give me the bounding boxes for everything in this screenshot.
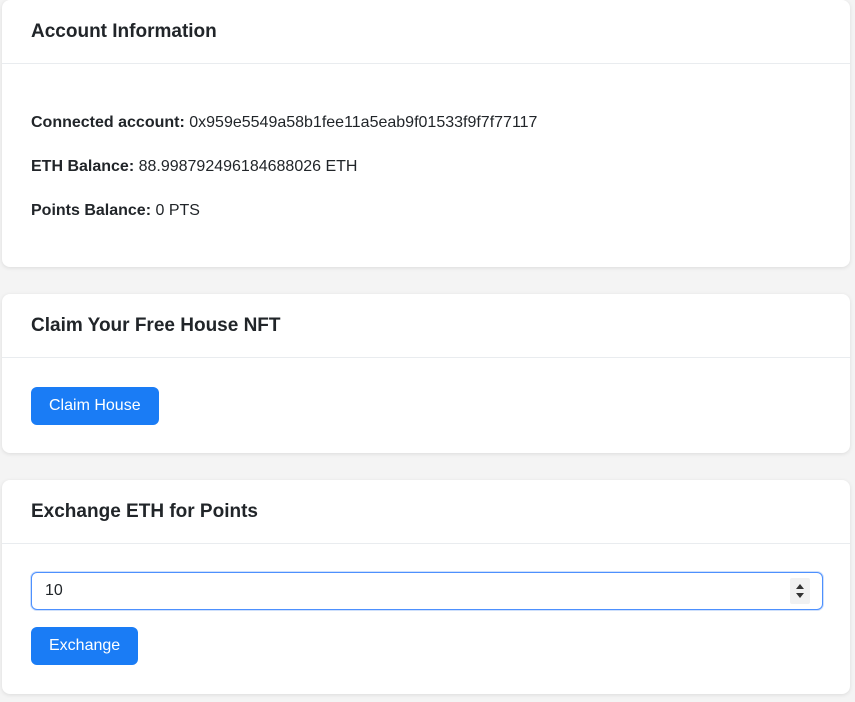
claim-house-title: Claim Your Free House NFT [31, 314, 281, 336]
account-info-title: Account Information [31, 20, 217, 42]
claim-house-body: Claim House [2, 358, 850, 453]
points-balance-line: Points Balance: 0 PTS [31, 201, 200, 221]
exchange-card: Exchange ETH for Points Exchange [2, 480, 850, 694]
account-info-header: Account Information [2, 0, 850, 64]
eth-balance-value: 88.998792496184688026 ETH [138, 158, 358, 175]
page: Account Information Connected account: 0… [0, 0, 855, 702]
connected-account-value: 0x959e5549a58b1fee11a5eab9f01533f9f7f771… [189, 114, 538, 131]
points-balance-value: 0 PTS [155, 202, 200, 219]
eth-amount-field [31, 572, 823, 610]
increment-arrow-icon[interactable] [796, 584, 804, 589]
claim-house-button[interactable]: Claim House [31, 387, 159, 425]
account-info-card: Account Information Connected account: 0… [2, 0, 850, 267]
account-info-body: Connected account: 0x959e5549a58b1fee11a… [2, 64, 850, 267]
exchange-button[interactable]: Exchange [31, 627, 139, 665]
claim-house-card: Claim Your Free House NFT Claim House [2, 294, 850, 453]
exchange-header: Exchange ETH for Points [2, 480, 850, 544]
eth-amount-input[interactable] [32, 573, 772, 609]
points-balance-label: Points Balance: [31, 202, 152, 219]
claim-house-header: Claim Your Free House NFT [2, 294, 850, 358]
decrement-arrow-icon[interactable] [796, 593, 804, 598]
exchange-body: Exchange [2, 544, 850, 694]
eth-balance-line: ETH Balance: 88.998792496184688026 ETH [31, 157, 357, 177]
exchange-title: Exchange ETH for Points [31, 500, 258, 522]
connected-account-line: Connected account: 0x959e5549a58b1fee11a… [31, 113, 537, 133]
eth-balance-label: ETH Balance: [31, 158, 135, 175]
connected-account-label: Connected account: [31, 114, 185, 131]
number-spinner [790, 578, 810, 604]
